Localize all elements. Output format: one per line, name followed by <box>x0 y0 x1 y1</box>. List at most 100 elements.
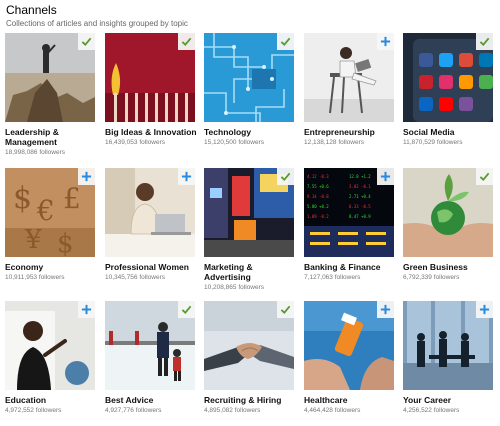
channel-name[interactable]: Education <box>5 395 100 405</box>
follow-plus-button[interactable] <box>78 301 95 318</box>
channel-name[interactable]: Green Business <box>403 262 498 272</box>
channel-card-recruiting[interactable]: Recruiting & Hiring 4,895,082 followers <box>204 301 294 426</box>
svg-text:3.02 -0.1: 3.02 -0.1 <box>349 184 371 189</box>
channel-name[interactable]: Big Ideas & Innovation <box>105 127 200 137</box>
channel-name[interactable]: Economy <box>5 262 100 272</box>
channel-follower-count: 6,792,339 followers <box>403 274 460 281</box>
channel-card-your-career[interactable]: Your Career 4,256,522 followers <box>403 301 493 426</box>
check-icon <box>280 36 291 47</box>
channel-thumbnail[interactable] <box>105 33 195 122</box>
channel-thumbnail[interactable] <box>304 301 394 390</box>
channel-card-healthcare[interactable]: Healthcare 4,464,428 followers <box>304 301 394 426</box>
page-title: Channels <box>6 3 57 17</box>
channel-card-banking[interactable]: 4.12 -0.3 12.8 +1.2 7.55 +0.6 3.02 -0.1 9.14… <box>304 168 394 293</box>
plus-icon <box>81 304 92 315</box>
plus-icon <box>380 171 391 182</box>
channel-card-big-ideas[interactable]: Big Ideas & Innovation 16,439,053 followe… <box>105 33 197 158</box>
svg-text:2.71 +0.4: 2.71 +0.4 <box>349 194 371 199</box>
svg-text:$: $ <box>13 181 32 216</box>
channel-card-technology[interactable]: Technology 15,120,500 followers <box>204 33 294 158</box>
channel-thumbnail[interactable] <box>204 33 294 122</box>
channel-name[interactable]: Entrepreneurship <box>304 127 399 137</box>
channel-thumbnail[interactable]: 4.12 -0.3 12.8 +1.2 7.55 +0.6 3.02 -0.1 9.14… <box>304 168 394 257</box>
channel-card-best-advice[interactable]: Best Advice 4,927,776 followers <box>105 301 195 426</box>
channel-follower-count: 10,911,953 followers <box>5 274 65 281</box>
channel-thumbnail[interactable] <box>403 33 493 122</box>
check-icon <box>280 304 291 315</box>
channel-thumbnail[interactable] <box>403 301 493 390</box>
following-check-button[interactable] <box>476 168 493 185</box>
channel-thumbnail[interactable] <box>105 301 195 390</box>
follow-plus-button[interactable] <box>377 301 394 318</box>
channel-name[interactable]: Technology <box>204 127 299 137</box>
channel-card-green-business[interactable]: Green Business 6,792,339 followers <box>403 168 493 293</box>
svg-text:1.09 -0.2: 1.09 -0.2 <box>307 214 329 219</box>
following-check-button[interactable] <box>178 301 195 318</box>
follow-plus-button[interactable] <box>377 168 394 185</box>
channel-thumbnail[interactable] <box>5 33 95 122</box>
channel-thumbnail[interactable] <box>204 168 294 257</box>
channel-name[interactable]: Leadership & Management <box>5 127 100 147</box>
svg-text:6.33 -0.5: 6.33 -0.5 <box>349 204 371 209</box>
channel-thumbnail[interactable] <box>5 301 95 390</box>
plus-icon <box>479 304 490 315</box>
check-icon <box>479 171 490 182</box>
channel-follower-count: 15,120,500 followers <box>204 139 264 146</box>
channel-name[interactable]: Professional Women <box>105 262 200 272</box>
channel-follower-count: 10,345,756 followers <box>105 274 165 281</box>
plus-icon <box>380 304 391 315</box>
channel-name[interactable]: Social Media <box>403 127 498 137</box>
following-check-button[interactable] <box>277 168 294 185</box>
following-check-button[interactable] <box>476 33 493 50</box>
follow-plus-button[interactable] <box>178 168 195 185</box>
svg-text:7.55 +0.6: 7.55 +0.6 <box>307 184 329 189</box>
follow-plus-button[interactable] <box>377 33 394 50</box>
channel-follower-count: 16,439,053 followers <box>105 139 165 146</box>
channel-card-marketing[interactable]: Marketing & Advertising 10,208,865 follow… <box>204 168 294 293</box>
channel-card-professional-women[interactable]: Professional Women 10,345,756 followers <box>105 168 195 293</box>
following-check-button[interactable] <box>178 33 195 50</box>
svg-text:€: € <box>36 194 55 227</box>
channel-card-leadership[interactable]: Leadership & Management 18,998,086 follow… <box>5 33 95 158</box>
svg-text:£: £ <box>63 182 81 215</box>
svg-text:5.80 +0.2: 5.80 +0.2 <box>307 204 329 209</box>
channel-name[interactable]: Your Career <box>403 395 498 405</box>
channel-card-social-media[interactable]: Social Media 11,870,529 followers <box>403 33 493 158</box>
channel-follower-count: 4,256,522 followers <box>403 407 460 414</box>
channel-name[interactable]: Banking & Finance <box>304 262 399 272</box>
follow-plus-button[interactable] <box>78 168 95 185</box>
follow-plus-button[interactable] <box>476 301 493 318</box>
channel-thumbnail[interactable]: $ € £ ¥ $ <box>5 168 95 257</box>
channel-follower-count: 4,895,082 followers <box>204 407 261 414</box>
plus-icon <box>81 171 92 182</box>
channel-follower-count: 12,138,128 followers <box>304 139 364 146</box>
channel-card-economy[interactable]: $ € £ ¥ $ Economy 10,911,953 followers <box>5 168 95 293</box>
channel-thumbnail[interactable] <box>304 33 394 122</box>
channel-thumbnail[interactable] <box>105 168 195 257</box>
channel-name[interactable]: Healthcare <box>304 395 399 405</box>
channel-follower-count: 18,998,086 followers <box>5 149 65 156</box>
channel-name[interactable]: Recruiting & Hiring <box>204 395 299 405</box>
svg-text:¥: ¥ <box>24 225 42 255</box>
svg-text:$: $ <box>57 229 74 257</box>
channel-follower-count: 4,927,776 followers <box>105 407 162 414</box>
channel-name[interactable]: Best Advice <box>105 395 200 405</box>
check-icon <box>181 304 192 315</box>
plus-icon <box>380 36 391 47</box>
channel-follower-count: 4,972,552 followers <box>5 407 62 414</box>
check-icon <box>81 36 92 47</box>
check-icon <box>280 171 291 182</box>
channel-thumbnail[interactable] <box>204 301 294 390</box>
channel-thumbnail[interactable] <box>403 168 493 257</box>
svg-text:12.8 +1.2: 12.8 +1.2 <box>349 174 371 179</box>
following-check-button[interactable] <box>277 301 294 318</box>
channel-card-entrepreneurship[interactable]: Entrepreneurship 12,138,128 followers <box>304 33 394 158</box>
check-icon <box>181 36 192 47</box>
channel-card-education[interactable]: Education 4,972,552 followers <box>5 301 95 426</box>
channel-follower-count: 4,464,428 followers <box>304 407 361 414</box>
channel-name[interactable]: Marketing & Advertising <box>204 262 299 282</box>
following-check-button[interactable] <box>78 33 95 50</box>
following-check-button[interactable] <box>277 33 294 50</box>
svg-text:9.14 -0.8: 9.14 -0.8 <box>307 194 329 199</box>
channels-header: Channels Collections of articles and ins… <box>6 3 188 29</box>
